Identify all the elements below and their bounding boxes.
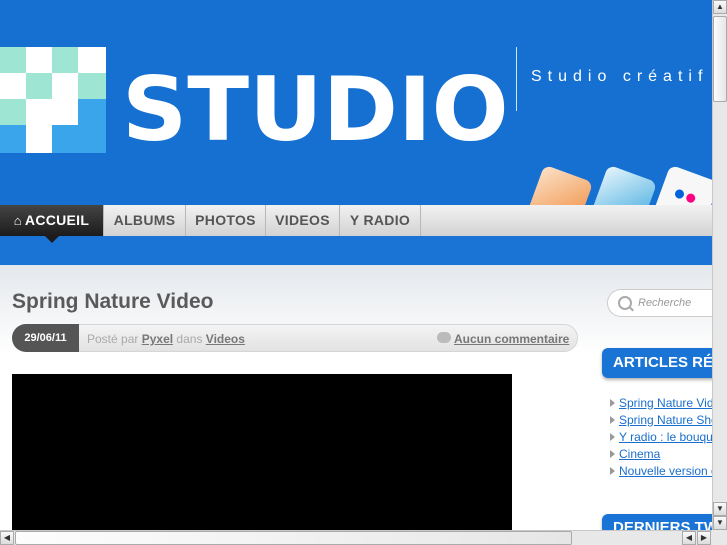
scroll-down-icon[interactable]: ▼	[713, 502, 727, 516]
bullet-icon	[610, 398, 615, 407]
nav-band	[0, 236, 712, 265]
list-item: Spring Nature Vid	[610, 394, 727, 411]
in-label: dans	[176, 332, 203, 346]
posted-by-label: Posté par	[87, 332, 139, 346]
list-item: Spring Nature Sho	[610, 411, 727, 428]
list-item: Nouvelle version d	[610, 462, 727, 479]
header-divider	[516, 47, 517, 111]
nav-albums[interactable]: ALBUMS	[104, 205, 186, 236]
vertical-scrollbar[interactable]: ▲ ▼ ▼	[712, 0, 727, 530]
video-player[interactable]	[12, 374, 512, 530]
bullet-icon	[610, 415, 615, 424]
scroll-down-icon[interactable]: ▼	[713, 516, 727, 530]
nav-accueil-label: ACCUEIL	[24, 212, 90, 228]
horizontal-scroll-thumb[interactable]	[15, 531, 572, 545]
post-title[interactable]: Spring Nature Video	[12, 290, 213, 314]
list-item: Y radio : le bouqu	[610, 428, 727, 445]
nav-videos[interactable]: VIDEOS	[266, 205, 340, 236]
author-link[interactable]: Pyxel	[142, 332, 173, 346]
list-item: Cinema	[610, 445, 727, 462]
nav-photos[interactable]: PHOTOS	[186, 205, 266, 236]
logo-wordmark[interactable]: STUDIO	[122, 66, 509, 154]
scroll-left-icon[interactable]: ◀	[682, 531, 696, 545]
article-link[interactable]: Y radio : le bouqu	[619, 430, 713, 444]
category-link[interactable]: Videos	[206, 332, 245, 346]
bullet-icon	[610, 432, 615, 441]
scrollbar-corner	[712, 530, 727, 545]
horizontal-scrollbar[interactable]: ◀ ◀ ▶	[0, 530, 712, 545]
bullet-icon	[610, 466, 615, 475]
nav-accueil[interactable]: ⌂ ACCUEIL	[0, 205, 104, 236]
home-icon: ⌂	[13, 213, 22, 228]
bullet-icon	[610, 449, 615, 458]
search-placeholder: Recherche	[638, 297, 692, 309]
vertical-scroll-thumb[interactable]	[713, 16, 727, 102]
search-icon[interactable]	[618, 296, 632, 310]
nav-y-radio[interactable]: Y RADIO	[340, 205, 421, 236]
scroll-right-icon[interactable]: ▶	[697, 531, 711, 545]
site-tagline: Studio créatif	[531, 68, 709, 85]
article-link[interactable]: Nouvelle version d	[619, 464, 718, 478]
comments-link[interactable]: Aucun commentaire	[454, 332, 569, 346]
speech-bubble-icon	[437, 332, 451, 343]
scroll-up-icon[interactable]: ▲	[713, 0, 727, 14]
main-navigation: ⌂ ACCUEIL ALBUMS PHOTOS VIDEOS Y RADIO	[0, 205, 712, 237]
recent-articles-title: ARTICLES RÉ	[602, 348, 727, 378]
article-link[interactable]: Spring Nature Vid	[619, 396, 714, 410]
article-link[interactable]: Cinema	[619, 447, 660, 461]
recent-articles-list: Spring Nature Vid Spring Nature Sho Y ra…	[610, 394, 727, 479]
article-link[interactable]: Spring Nature Sho	[619, 413, 718, 427]
post-meta: Posté par Pyxel dans Videos	[87, 332, 245, 346]
active-nav-indicator	[45, 236, 59, 243]
studio-logo-icon[interactable]	[0, 47, 106, 153]
scroll-left-icon[interactable]: ◀	[0, 531, 14, 545]
post-date: 29/06/11	[12, 324, 79, 352]
